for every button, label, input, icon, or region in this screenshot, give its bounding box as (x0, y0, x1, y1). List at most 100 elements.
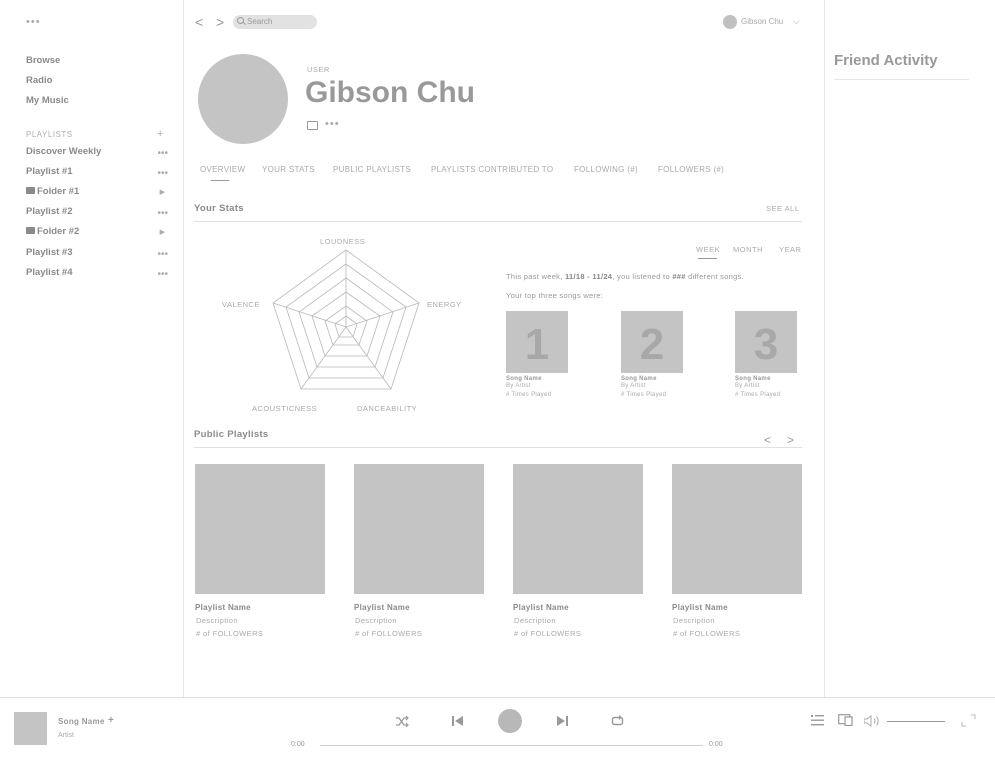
search-input[interactable]: Search (233, 15, 317, 29)
sidebar-playlist-3[interactable]: Playlist #3 ••• (26, 247, 168, 261)
tab-your-stats[interactable]: YOUR STATS (262, 165, 315, 174)
fullscreen-icon[interactable] (961, 714, 976, 727)
nav-item-my-music[interactable]: My Music (26, 95, 69, 106)
devices-icon[interactable] (838, 714, 853, 726)
sidebar-playlist-4[interactable]: Playlist #4 ••• (26, 267, 168, 281)
time-elapsed: 0:00 (291, 741, 305, 748)
active-tab-indicator (211, 180, 229, 181)
public-playlists-title: Public Playlists (194, 429, 269, 440)
profile-type-label: USER (307, 65, 330, 74)
expand-arrow-icon[interactable]: ▶ (160, 228, 165, 236)
carousel-next-button[interactable]: > (787, 433, 794, 447)
song-plays: # Times Played (621, 392, 667, 398)
nav-item-browse[interactable]: Browse (26, 55, 60, 66)
friend-activity-title: Friend Activity (834, 52, 938, 69)
nav-item-radio[interactable]: Radio (26, 75, 52, 86)
period-year[interactable]: YEAR (779, 245, 801, 254)
tab-following[interactable]: FOLLOWING (#) (574, 165, 638, 174)
song-plays: # Times Played (735, 392, 781, 398)
sidebar-folder-2[interactable]: Folder #2 ▶ (26, 226, 168, 240)
radar-grid (272, 249, 420, 390)
forward-button[interactable]: > (216, 14, 224, 30)
shuffle-icon[interactable] (395, 716, 409, 727)
more-options-icon[interactable]: ••• (157, 168, 168, 179)
playlist-label: Playlist #4 (26, 267, 73, 278)
sidebar-playlist-1[interactable]: Playlist #1 ••• (26, 166, 168, 180)
top-song-card[interactable]: 3 Song Name By Artist # Times Played (735, 311, 805, 400)
song-artist: By Artist (735, 383, 760, 389)
more-options-icon[interactable]: ••• (157, 249, 168, 260)
top-song-card[interactable]: 1 Song Name By Artist # Times Played (506, 311, 576, 400)
playlist-label: Playlist #3 (26, 247, 73, 258)
now-playing-artist[interactable]: Artist (58, 732, 74, 739)
playlist-description: Description (355, 616, 397, 625)
play-button[interactable] (498, 709, 522, 733)
more-options-icon[interactable]: ••• (157, 208, 168, 219)
period-month[interactable]: MONTH (733, 245, 763, 254)
stats-summary: This past week, 11/18 - 11/24, you liste… (506, 272, 744, 281)
playlist-label: Playlist #2 (26, 206, 73, 217)
sidebar-playlist-discover-weekly[interactable]: Discover Weekly ••• (26, 146, 168, 160)
playlist-description: Description (196, 616, 238, 625)
top-three-label: Your top three songs were: (506, 291, 604, 300)
tab-followers[interactable]: FOLLOWERS (#) (658, 165, 724, 174)
playlist-label: Playlist #1 (26, 166, 73, 177)
expand-arrow-icon[interactable]: ▶ (160, 188, 165, 196)
radar-label-loudness: LOUDNESS (320, 237, 366, 246)
now-playing-art[interactable] (14, 712, 47, 745)
sidebar-playlist-2[interactable]: Playlist #2 ••• (26, 206, 168, 220)
playlist-cover (354, 464, 484, 594)
divider (834, 79, 969, 80)
public-playlist-card[interactable]: Playlist Name Description # of FOLLOWERS (513, 464, 643, 638)
progress-bar[interactable] (320, 745, 703, 746)
public-playlist-card[interactable]: Playlist Name Description # of FOLLOWERS (354, 464, 484, 638)
volume-icon[interactable] (864, 715, 882, 727)
public-playlist-card[interactable]: Playlist Name Description # of FOLLOWERS (672, 464, 802, 638)
tab-playlists-contributed[interactable]: PLAYLISTS CONTRIBUTED TO (431, 165, 553, 174)
playlist-followers: # of FOLLOWERS (673, 629, 741, 638)
radar-chart: LOUDNESS ENERGY DANCEABILITY ACOUSTICNES… (200, 232, 500, 417)
next-track-icon[interactable] (557, 716, 568, 726)
song-artist: By Artist (621, 383, 646, 389)
see-all-link[interactable]: SEE ALL (766, 204, 800, 213)
folder-icon (26, 227, 35, 234)
playlist-label: Discover Weekly (26, 146, 102, 157)
back-button[interactable]: < (195, 14, 203, 30)
queue-icon[interactable] (811, 715, 824, 726)
repeat-icon[interactable] (611, 715, 624, 727)
playlist-followers: # of FOLLOWERS (355, 629, 423, 638)
more-options-icon[interactable]: ••• (325, 119, 340, 130)
song-rank: 1 (524, 320, 550, 369)
radar-label-danceability: DANCEABILITY (357, 404, 418, 413)
search-icon (237, 17, 244, 24)
period-week[interactable]: WEEK (696, 245, 720, 254)
volume-slider[interactable] (887, 721, 945, 722)
window-menu-icon[interactable]: ••• (26, 17, 41, 28)
summary-suffix: different songs. (685, 272, 745, 281)
playlist-description: Description (673, 616, 715, 625)
add-to-library-button[interactable]: + (108, 715, 114, 726)
previous-track-icon[interactable] (452, 716, 463, 726)
song-rank: 3 (753, 320, 779, 369)
song-art: 3 (735, 311, 797, 373)
tab-public-playlists[interactable]: PUBLIC PLAYLISTS (333, 165, 411, 174)
playlist-followers: # of FOLLOWERS (514, 629, 582, 638)
tab-overview[interactable]: OVERVIEW (200, 165, 245, 174)
playlist-description: Description (514, 616, 556, 625)
playlist-cover (195, 464, 325, 594)
active-period-indicator (698, 258, 717, 259)
public-playlist-card[interactable]: Playlist Name Description # of FOLLOWERS (195, 464, 325, 638)
more-options-icon[interactable]: ••• (157, 148, 168, 159)
sidebar-folder-1[interactable]: Folder #1 ▶ (26, 186, 168, 200)
more-options-icon[interactable]: ••• (157, 269, 168, 280)
playlist-name: Playlist Name (354, 603, 410, 612)
now-playing-song[interactable]: Song Name (58, 717, 105, 726)
playlist-name: Playlist Name (513, 603, 569, 612)
add-playlist-button[interactable]: + (157, 128, 163, 140)
user-menu-name: Gibson Chu (741, 17, 784, 26)
carousel-prev-button[interactable]: < (764, 433, 771, 447)
radar-label-energy: ENERGY (427, 300, 462, 309)
top-song-card[interactable]: 2 Song Name By Artist # Times Played (621, 311, 691, 400)
image-icon[interactable] (307, 121, 318, 130)
divider (194, 221, 802, 222)
